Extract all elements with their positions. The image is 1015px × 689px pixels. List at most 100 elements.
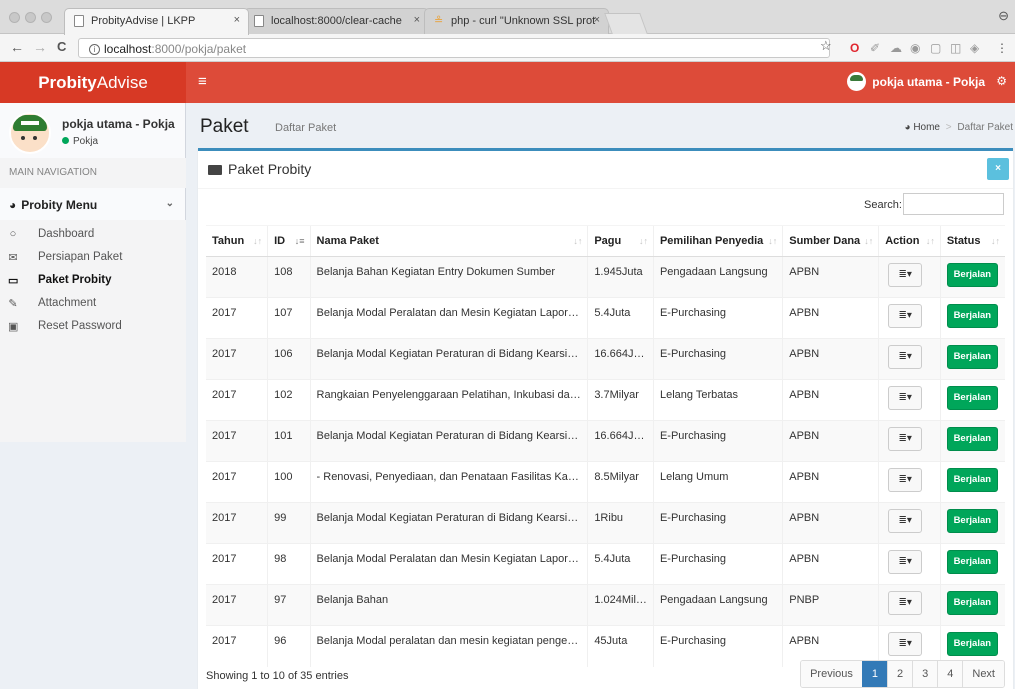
reader-extension-icon[interactable]: ◉ [910,41,920,55]
action-dropdown-button[interactable]: ≣▾ [888,468,923,492]
profile-icon[interactable]: ⊖ [998,8,1009,24]
dashboard-gauge-icon: ◕ [904,122,911,133]
status-button[interactable]: Berjalan [946,591,998,615]
menu-toggle-icon[interactable]: ≡ [198,73,207,90]
action-dropdown-button[interactable]: ≣▾ [888,632,923,656]
page-title: Paket [200,116,249,137]
settings-cog-icon[interactable]: ⚙ [996,74,1007,88]
new-tab-button[interactable] [604,13,648,34]
window-extension-icon[interactable]: ◫ [950,41,961,55]
cell-sumber-dana: APBN [782,543,879,585]
search-input[interactable] [903,193,1004,215]
bookmark-star-icon[interactable]: ☆ [820,38,832,54]
search-label: Search: [864,199,902,211]
screen-extension-icon[interactable]: ▢ [930,41,941,55]
column-header-sumber-dana[interactable]: Sumber Dana ↓↑ [782,225,879,257]
opera-extension-icon[interactable]: O [850,41,859,55]
cell-status: Berjalan [939,338,1005,380]
cell-id: 101 [267,420,311,462]
cast-extension-icon[interactable]: ◈ [970,41,979,55]
tab-close-icon[interactable]: × [234,14,240,26]
status-button[interactable]: Berjalan [946,345,998,369]
page-3-button[interactable]: 3 [912,661,938,687]
browser-tab-probityadvise[interactable]: ProbityAdvise | LKPP × [64,8,249,35]
column-header-pemilihan-penyedia[interactable]: Pemilihan Penyedia ↓↑ [652,225,783,257]
action-dropdown-button[interactable]: ≣▾ [888,386,923,410]
breadcrumb-home[interactable]: Home [913,122,940,133]
window-minimize-dot[interactable] [25,12,36,23]
action-dropdown-button[interactable]: ≣▾ [888,345,923,369]
status-button[interactable]: Berjalan [946,632,998,656]
previous-page-button[interactable]: Previous [801,661,862,687]
status-button[interactable]: Berjalan [946,386,998,410]
app-logo[interactable]: ProbityAdvise [0,62,186,103]
cell-pagu: 8.5Milyar [587,461,654,503]
column-header-action[interactable]: Action ↓↑ [878,225,941,257]
sidebar-item-paket-probity[interactable]: ▭ Paket Probity [0,270,186,293]
forward-icon[interactable]: → [33,39,47,55]
cell-nama-paket: Belanja Modal Kegiatan Peraturan di Bida… [309,420,588,462]
status-button[interactable]: Berjalan [946,550,998,574]
user-menu-name: pokja utama - Pokja [872,75,985,89]
back-icon[interactable]: ← [10,39,24,55]
cell-pagu: 5.4Juta [587,297,654,339]
sidebar-item-reset-password[interactable]: ▣ Reset Password [0,316,186,339]
column-header-nama-paket[interactable]: Nama Paket ↓↑ [309,225,588,257]
sidebar-item-dashboard[interactable]: ○ Dashboard [0,224,186,247]
cloud-extension-icon[interactable]: ☁ [890,41,902,55]
info-icon[interactable]: i [89,44,100,55]
tab-close-icon[interactable]: × [414,14,420,26]
cell-id: 99 [267,502,311,544]
page-1-button[interactable]: 1 [861,661,887,687]
action-dropdown-button[interactable]: ≣▾ [888,509,923,533]
status-button[interactable]: Berjalan [946,304,998,328]
cell-action: ≣▾ [878,420,941,462]
sidebar-item-attachment[interactable]: ✎ Attachment [0,293,186,316]
status-button[interactable]: Berjalan [946,509,998,533]
sidebar-item-label: Persiapan Paket [38,251,123,263]
address-bar: ← → C i localhost:8000/pokja/paket ☆ O ✐ … [0,34,1015,62]
cell-status: Berjalan [939,584,1005,626]
action-dropdown-button[interactable]: ≣▾ [888,427,923,451]
breadcrumb-separator: > [945,122,952,133]
box-close-button[interactable]: × [987,158,1009,180]
cell-sumber-dana: APBN [782,502,879,544]
tab-close-icon[interactable]: × [594,14,600,26]
circle-icon: ○ [9,228,17,240]
column-header-status[interactable]: Status ↓↑ [939,225,1005,257]
user-menu[interactable]: pokja utama - Pokja [847,62,985,103]
breadcrumb-current: Daftar Paket [957,122,1013,133]
browser-tab-php-curl[interactable]: ≗ php - curl "Unknown SSL prot × [424,8,609,34]
cell-tahun: 2018 [206,256,268,298]
browser-menu-icon[interactable]: ⋮ [996,41,1008,55]
status-button[interactable]: Berjalan [946,427,998,451]
column-header-id[interactable]: ID ↓≡ [267,225,311,257]
url-path: :8000/pokja/paket [151,42,247,56]
sidebar-item-persiapan-paket[interactable]: ✉ Persiapan Paket [0,247,186,270]
cell-pagu: 16.664Juta [587,420,654,462]
action-dropdown-button[interactable]: ≣▾ [888,550,923,574]
browser-tab-clear-cache[interactable]: localhost:8000/clear-cache × [244,8,429,34]
column-header-tahun[interactable]: Tahun ↓↑ [206,225,268,257]
reload-icon[interactable]: C [57,39,66,54]
url-input[interactable]: i localhost:8000/pokja/paket [78,38,830,58]
cell-action: ≣▾ [878,461,941,503]
cell-action: ≣▾ [878,543,941,585]
status-button[interactable]: Berjalan [946,468,998,492]
column-header-pagu[interactable]: Pagu ↓↑ [587,225,654,257]
window-zoom-dot[interactable] [41,12,52,23]
status-button[interactable]: Berjalan [946,263,998,287]
envelope-icon [208,165,222,175]
cell-tahun: 2017 [206,379,268,421]
window-close-dot[interactable] [9,12,20,23]
page-2-button[interactable]: 2 [887,661,913,687]
cell-action: ≣▾ [878,338,941,380]
page-4-button[interactable]: 4 [937,661,963,687]
probity-menu-toggle[interactable]: ◕ Probity Menu ⌄ [0,190,186,218]
dropper-extension-icon[interactable]: ✐ [870,41,880,55]
action-dropdown-button[interactable]: ≣▾ [888,304,923,328]
cell-status: Berjalan [939,297,1005,339]
action-dropdown-button[interactable]: ≣▾ [888,591,923,615]
action-dropdown-button[interactable]: ≣▾ [888,263,923,287]
next-page-button[interactable]: Next [962,661,1004,687]
